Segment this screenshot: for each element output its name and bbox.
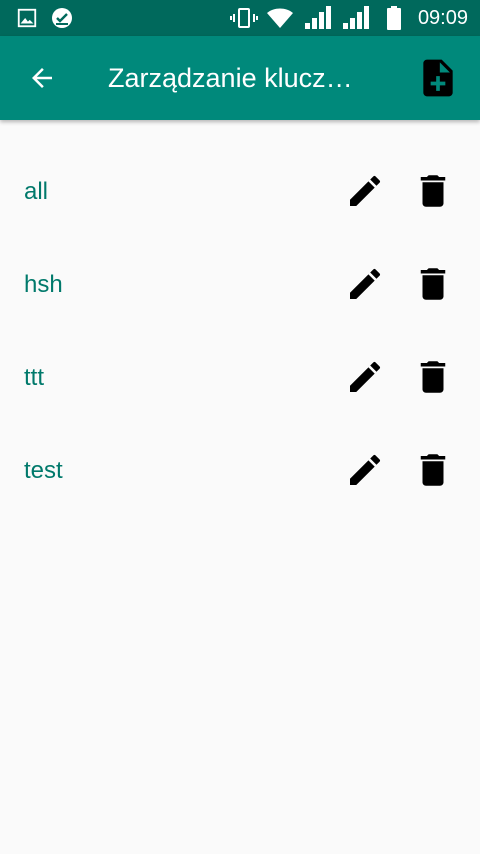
edit-icon (350, 454, 381, 485)
list-item[interactable]: ttt (0, 331, 480, 424)
edit-button[interactable] (342, 168, 388, 214)
app-bar: Zarządzanie klucz… (0, 36, 480, 120)
list-item[interactable]: all (0, 145, 480, 238)
edit-icon (350, 361, 381, 392)
status-bar: 09:09 (0, 0, 480, 36)
edit-icon (350, 175, 381, 206)
battery-icon (386, 0, 402, 36)
add-file-button[interactable] (414, 54, 462, 102)
edit-button[interactable] (342, 261, 388, 307)
edit-button[interactable] (342, 447, 388, 493)
list-item[interactable]: hsh (0, 238, 480, 331)
edit-button[interactable] (342, 354, 388, 400)
arrow-back-icon (32, 68, 52, 88)
list-item-label: test (24, 457, 63, 484)
delete-icon (420, 454, 446, 486)
delete-icon (420, 268, 446, 300)
checkmark-badge-icon (50, 0, 74, 36)
signal-icon-2 (342, 0, 372, 36)
delete-button[interactable] (410, 354, 456, 400)
signal-icon (304, 0, 334, 36)
page-title: Zarządzanie klucz… (108, 63, 353, 93)
edit-icon (350, 268, 381, 299)
status-time: 09:09 (417, 7, 468, 29)
list-item-label: hsh (24, 271, 63, 298)
vibrate-icon (230, 0, 258, 36)
delete-icon (420, 175, 446, 207)
delete-icon (420, 361, 446, 393)
note-add-icon (423, 59, 453, 97)
delete-button[interactable] (410, 447, 456, 493)
list-item-label: ttt (24, 364, 45, 391)
back-button[interactable] (20, 56, 64, 100)
key-list: all hsh ttt test (0, 145, 480, 517)
wifi-icon (266, 0, 294, 36)
list-item[interactable]: test (0, 424, 480, 517)
delete-button[interactable] (410, 261, 456, 307)
list-item-label: all (24, 178, 49, 205)
image-icon (16, 0, 38, 36)
delete-button[interactable] (410, 168, 456, 214)
